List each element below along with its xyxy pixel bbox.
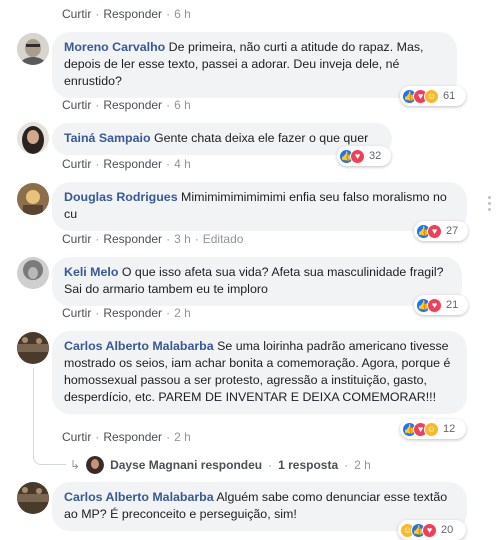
comment-bubble: Keli Melo O que isso afeta sua vida? Afe…: [52, 257, 462, 306]
separator-dot: ·: [166, 232, 171, 246]
replier-name[interactable]: Dayse Magnani: [110, 458, 197, 472]
comment-bubble: Douglas Rodrigues Mimimimimimimimi enfia…: [52, 182, 467, 231]
reply-link[interactable]: Responder: [103, 7, 162, 21]
like-link[interactable]: Curtir: [62, 306, 91, 320]
reaction-summary[interactable]: 👍 ♥ ☺ 12: [400, 419, 466, 439]
separator-dot: ·: [95, 98, 100, 112]
separator-dot: ·: [166, 306, 171, 320]
avatar-carlos[interactable]: [17, 332, 49, 364]
separator-dot: ·: [344, 458, 349, 472]
reaction-summary[interactable]: 👍 ♥ 21: [414, 295, 468, 315]
separator-dot: ·: [95, 430, 100, 444]
reaction-count: 21: [446, 299, 459, 311]
timestamp[interactable]: 6 h: [174, 98, 191, 112]
edited-label[interactable]: Editado: [203, 232, 244, 246]
comment-actions: Curtir · Responder · 3 h · Editado: [62, 232, 243, 246]
avatar-moreno[interactable]: [17, 33, 49, 65]
comment-actions: Curtir · Responder · 4 h: [62, 157, 191, 171]
comment-text: O que isso afeta sua vida? Afeta sua mas…: [64, 265, 444, 296]
comment-author[interactable]: Tainá Sampaio: [64, 131, 151, 145]
reply-verb: respondeu: [200, 458, 263, 472]
timestamp[interactable]: 4 h: [174, 157, 191, 171]
avatar-image: [17, 183, 49, 215]
avatar-douglas[interactable]: [17, 183, 49, 215]
like-link[interactable]: Curtir: [62, 157, 91, 171]
separator-dot: ·: [194, 232, 199, 246]
avatar-image: [17, 33, 49, 65]
reply-summary[interactable]: ↳ Dayse Magnani respondeu · 1 resposta ·…: [70, 456, 371, 474]
reply-link[interactable]: Responder: [103, 157, 162, 171]
reaction-count: 61: [443, 90, 456, 102]
reply-link[interactable]: Responder: [103, 306, 162, 320]
comment-actions: Curtir · Responder · 6 h: [62, 98, 191, 112]
reaction-count: 20: [441, 524, 454, 536]
comment-bubble: Moreno Carvalho De primeira, não curti a…: [52, 32, 457, 98]
love-icon: ♥: [427, 223, 442, 239]
love-icon: ♥: [422, 522, 437, 538]
love-icon: ♥: [427, 297, 442, 313]
avatar-taina[interactable]: [17, 122, 49, 154]
like-link[interactable]: Curtir: [62, 232, 91, 246]
timestamp[interactable]: 3 h: [174, 232, 191, 246]
comment-actions: Curtir · Responder · 2 h: [62, 306, 191, 320]
reaction-summary[interactable]: ☺ 👍 ♥ 20: [398, 520, 466, 540]
reply-count[interactable]: 1 resposta: [278, 458, 338, 472]
timestamp[interactable]: 2 h: [174, 430, 191, 444]
comment-text: Gente chata deixa ele fazer o que quer: [153, 131, 369, 145]
like-link[interactable]: Curtir: [62, 98, 91, 112]
reaction-summary[interactable]: 👍 ♥ ☺ 61: [400, 86, 466, 106]
separator-dot: ·: [166, 157, 171, 171]
top-comment-actions: Curtir · Responder · 6 h: [62, 7, 191, 21]
comment-author[interactable]: Carlos Alberto Malabarba: [64, 339, 214, 353]
reply-link[interactable]: Responder: [103, 98, 162, 112]
reply-time[interactable]: 2 h: [354, 458, 371, 472]
avatar-keli[interactable]: [17, 257, 49, 289]
like-link[interactable]: Curtir: [62, 430, 91, 444]
avatar-image: [17, 122, 49, 154]
separator-dot: ·: [166, 430, 171, 444]
reaction-summary[interactable]: 👍 ♥ 27: [414, 221, 468, 241]
separator-dot: ·: [95, 7, 100, 21]
comment-author[interactable]: Douglas Rodrigues: [64, 190, 178, 204]
timestamp[interactable]: 2 h: [174, 306, 191, 320]
reaction-count: 27: [446, 225, 459, 237]
separator-dot: ·: [166, 7, 171, 21]
reply-link[interactable]: Responder: [103, 232, 162, 246]
comment-bubble: Carlos Alberto Malabarba Se uma loirinha…: [52, 331, 467, 414]
comment-actions: Curtir · Responder · 2 h: [62, 430, 191, 444]
more-options-icon[interactable]: [488, 208, 491, 211]
comment-author[interactable]: Keli Melo: [64, 265, 118, 279]
reaction-count: 32: [369, 150, 382, 162]
avatar-carlos[interactable]: [17, 482, 49, 514]
reply-link[interactable]: Responder: [103, 430, 162, 444]
replier-avatar: [86, 456, 105, 474]
comment-author[interactable]: Moreno Carvalho: [64, 40, 165, 54]
thread-connector: [33, 368, 66, 465]
like-link[interactable]: Curtir: [62, 7, 91, 21]
comment-author[interactable]: Carlos Alberto Malabarba: [64, 490, 214, 504]
avatar-image: [17, 482, 49, 514]
separator-dot: ·: [95, 306, 100, 320]
haha-icon: ☺: [424, 88, 439, 104]
love-icon: ♥: [350, 148, 365, 164]
separator-dot: ·: [166, 98, 171, 112]
separator-dot: ·: [95, 232, 100, 246]
separator-dot: ·: [95, 157, 100, 171]
avatar-image: [17, 257, 49, 289]
more-options-icon[interactable]: [488, 202, 491, 205]
separator-dot: ·: [268, 458, 273, 472]
avatar-image: [17, 332, 49, 364]
reply-arrow-icon: ↳: [70, 458, 81, 472]
more-options-icon[interactable]: [488, 196, 491, 199]
timestamp[interactable]: 6 h: [174, 7, 191, 21]
haha-icon: ☺: [424, 421, 439, 437]
reaction-summary[interactable]: 👍 ♥ 32: [337, 146, 391, 166]
reaction-count: 12: [443, 423, 456, 435]
